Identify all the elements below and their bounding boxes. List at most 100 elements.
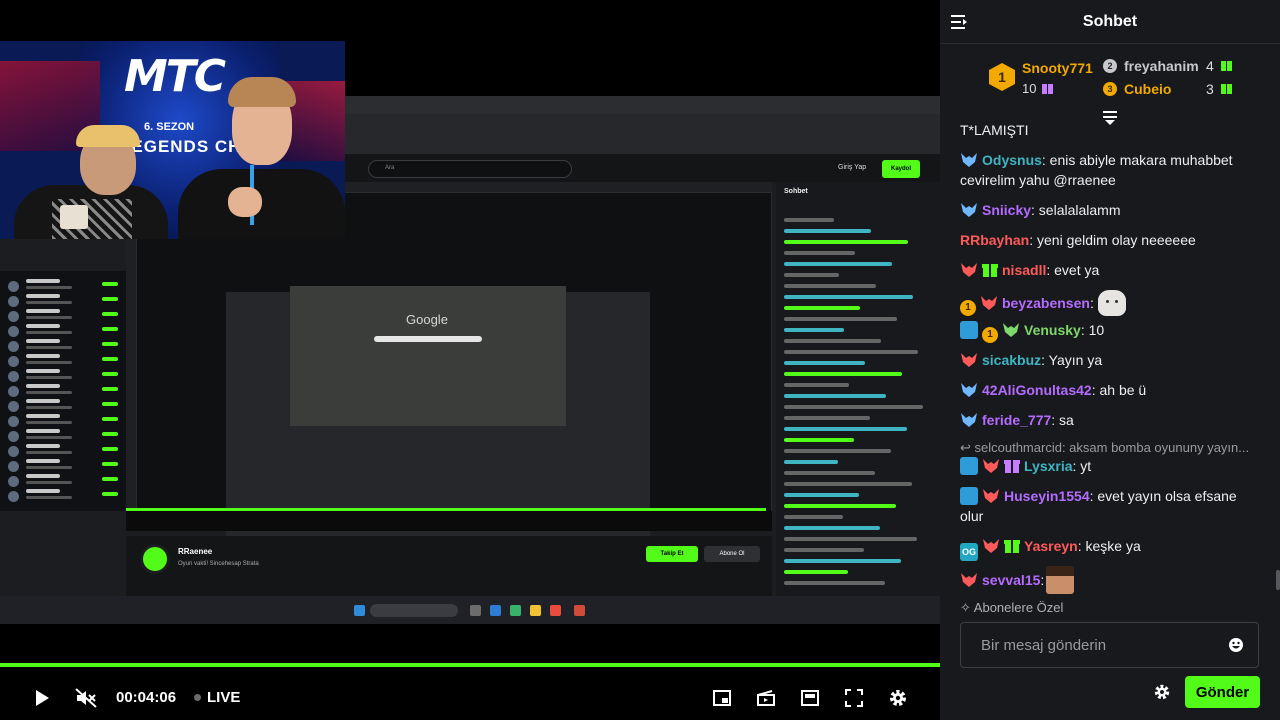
chat-message: 1 beyzabensen: [960, 290, 1260, 316]
wolf-badge-icon [961, 153, 977, 167]
wolf-badge-icon [961, 383, 977, 397]
chat-messages[interactable]: T*LAMIŞTI Odysnus: enis abiyle makara mu… [940, 120, 1280, 600]
chat-username[interactable]: sevval15 [982, 572, 1040, 588]
chat-message: 1 Venusky: 10 [960, 320, 1260, 343]
taskbar-app-icon [470, 605, 481, 616]
google-logo: Google [406, 312, 448, 327]
wolf-badge-icon [983, 539, 999, 553]
stream-chat-line [784, 218, 834, 222]
gift-badge-icon [982, 264, 998, 277]
clip-button[interactable] [752, 684, 780, 712]
settings-button[interactable] [884, 684, 912, 712]
stream-chat-line [784, 460, 838, 464]
chat-username[interactable]: nisadll [1002, 262, 1046, 278]
stream-chat-line [784, 295, 913, 299]
message-text: : keşke ya [1077, 538, 1141, 554]
emoji-picker-button[interactable] [1228, 637, 1244, 653]
stream-sidebar [0, 271, 126, 511]
fullscreen-icon [845, 689, 863, 707]
chat-title: Sohbet [1082, 13, 1138, 30]
stream-chat-line [784, 570, 848, 574]
stream-chat-line [784, 306, 860, 310]
message-text: : evet ya [1046, 262, 1100, 278]
stream-chat-line [784, 350, 918, 354]
chat-username[interactable]: Yasreyn [1024, 538, 1078, 554]
chat-message-input[interactable] [960, 622, 1259, 668]
chat-message: Lysxria: yt [960, 456, 1260, 476]
top-gifters: 1 Snooty771 10 2 freyahanim 4 3 Cubeio 3 [940, 44, 1280, 120]
message-text: : evet yayın olsa efsane olur [960, 488, 1237, 524]
chat-username[interactable]: Venusky [1024, 322, 1081, 338]
stream-chat-line [784, 526, 880, 530]
stream-login-link: Giriş Yap [838, 164, 867, 171]
settings-gear-icon [890, 690, 906, 706]
theater-mode-icon [713, 690, 731, 706]
stream-chat-line [784, 482, 912, 486]
stream-chat-line [784, 504, 896, 508]
stream-chat-line [784, 427, 907, 431]
stream-sidebar-row [8, 459, 118, 473]
fullscreen-button[interactable] [840, 684, 868, 712]
video-progress-bar[interactable] [0, 663, 940, 667]
stream-taskbar [0, 596, 940, 624]
stream-chat-title: Sohbet [784, 188, 808, 195]
theater-mode-button[interactable] [708, 684, 736, 712]
stream-sidebar-row [8, 369, 118, 383]
stream-player-bar [126, 511, 772, 531]
chat-username[interactable]: 42AliGonultas42 [982, 382, 1092, 398]
gifter-name-2[interactable]: freyahanim [1124, 58, 1199, 74]
stream-chat-line [784, 317, 897, 321]
webcam-overlay: MTC 6. SEZON LEGENDS CHAMP [0, 41, 345, 239]
clip-icon [757, 690, 775, 706]
mini-player-button[interactable] [796, 684, 824, 712]
emoji-icon [1229, 638, 1243, 652]
chat-username[interactable]: Odysnus [982, 152, 1042, 168]
stream-chat-line [784, 361, 865, 365]
stream-sidebar-row [8, 384, 118, 398]
stream-chat-line [784, 328, 844, 332]
gifter-count-2: 4 [1206, 58, 1214, 74]
rank-1-badge-icon: 1 [989, 63, 1015, 91]
expand-gifters-button[interactable] [1100, 110, 1120, 126]
mute-button[interactable] [72, 684, 100, 712]
chat-username[interactable]: feride_777 [982, 412, 1051, 428]
chat-panel: Sohbet 1 Snooty771 10 2 freyahanim 4 3 C… [940, 0, 1280, 720]
chat-username[interactable]: Lysxria [1024, 458, 1073, 474]
chat-settings-button[interactable] [1153, 683, 1171, 701]
wolf-badge-icon [1003, 323, 1019, 337]
chat-username[interactable]: sicakbuz [982, 352, 1041, 368]
send-button[interactable]: Gönder [1185, 676, 1260, 708]
reply-reference[interactable]: ↩ selcouthmarcid: aksam bomba oyununy ya… [960, 438, 1260, 458]
live-label: LIVE [207, 689, 241, 706]
stream-chat-line [784, 229, 871, 233]
stream-follow-button: Takip Et [646, 546, 698, 562]
chrome-icon [550, 605, 561, 616]
face-emote [1046, 566, 1075, 594]
stream-chat-line [784, 438, 854, 442]
gifter-count-3: 3 [1206, 81, 1214, 97]
top-gifter-badge: 1 [960, 300, 976, 316]
chat-username[interactable]: Sniicky [982, 202, 1031, 218]
message-text: : Yayın ya [1041, 352, 1103, 368]
stream-sidebar-row [8, 324, 118, 338]
gifter-name-3[interactable]: Cubeio [1124, 81, 1171, 97]
video-player[interactable]: Ara Giriş Yap Kaydol Google Sohbet RRaen… [0, 0, 940, 720]
sparkle-icon: ✧ [960, 600, 974, 615]
wolf-badge-icon [961, 203, 977, 217]
gifter-name-1[interactable]: Snooty771 [1022, 60, 1093, 76]
chat-scrollbar[interactable] [1276, 570, 1280, 590]
chat-username[interactable]: beyzabensen [1002, 295, 1090, 311]
stream-chat-line [784, 548, 864, 552]
play-button[interactable] [28, 684, 56, 712]
chat-username[interactable]: Huseyin1554 [1004, 488, 1090, 504]
sub-only-label: Abonelere Özel [973, 600, 1064, 615]
chat-message: sevval15: [960, 566, 1260, 594]
live-indicator-dot [194, 694, 201, 701]
chat-username[interactable]: RRbayhan [960, 232, 1029, 248]
gift-icon [1042, 84, 1053, 94]
stream-sidebar-row [8, 339, 118, 353]
stream-chat-line [784, 471, 875, 475]
message-text: : [1040, 572, 1045, 588]
stream-sidebar-row [8, 489, 118, 503]
stream-chat-line [784, 251, 855, 255]
